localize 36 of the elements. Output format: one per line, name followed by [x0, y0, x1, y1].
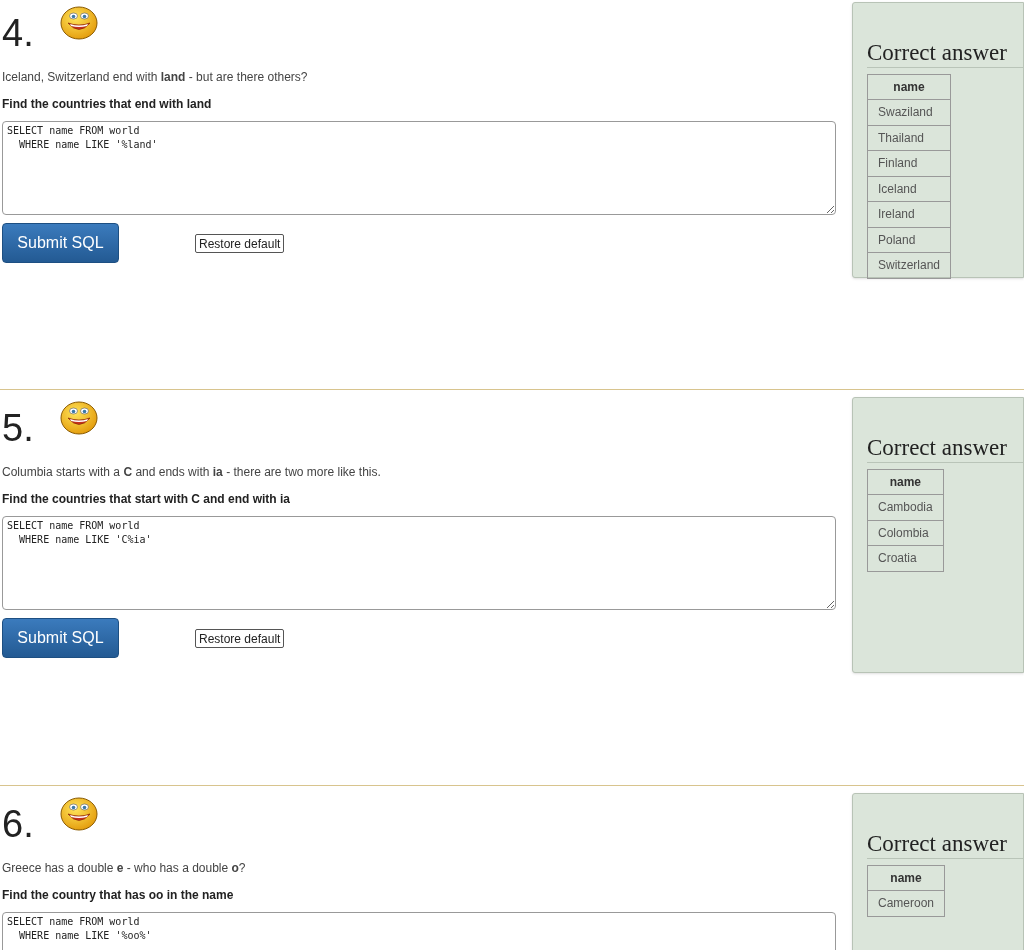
smiley-icon: [59, 797, 98, 831]
question-intro: Greece has a double e - who has a double o?: [2, 860, 247, 877]
submit-button[interactable]: Submit SQL: [2, 618, 119, 658]
table-cell: Ireland: [867, 201, 951, 227]
question-number: 6.: [2, 805, 34, 843]
panel-heading: Correct answer: [867, 832, 1023, 859]
table-cell: Iceland: [867, 176, 951, 202]
sql-editor[interactable]: SELECT name FROM world WHERE name LIKE '%land': [2, 121, 836, 215]
table-cell: Poland: [867, 227, 951, 253]
table-cell: Finland: [867, 150, 951, 176]
submit-button[interactable]: Submit SQL: [2, 223, 119, 263]
task-heading: Find the countries that end with land: [2, 96, 213, 113]
sql-editor[interactable]: SELECT name FROM world WHERE name LIKE '%oo%': [2, 912, 836, 950]
table-cell: Croatia: [867, 545, 944, 571]
table-cell: Swaziland: [867, 99, 951, 125]
table-cell: Switzerland: [867, 252, 951, 278]
restore-default-button[interactable]: Restore default: [195, 628, 285, 648]
restore-default-button[interactable]: Restore default: [195, 233, 285, 253]
table-cell: Cambodia: [867, 494, 944, 520]
smiley-icon: [59, 6, 98, 40]
table-cell: Thailand: [867, 125, 951, 151]
column-header: name: [867, 865, 945, 891]
table-cell: Cameroon: [867, 890, 945, 916]
column-header: name: [867, 74, 951, 100]
question-intro: Iceland, Switzerland end with land - but are there others?: [2, 69, 309, 86]
task-heading: Find the countries that start with C and end with ia: [2, 491, 291, 508]
panel-heading: Correct answer: [867, 436, 1023, 463]
task-heading: Find the country that has oo in the name: [2, 887, 235, 904]
question-number: 4.: [2, 14, 34, 52]
question-number: 5.: [2, 409, 34, 447]
table-cell: Colombia: [867, 520, 944, 546]
question-intro: Columbia starts with a C and ends with ia - there are two more like this.: [2, 464, 382, 481]
column-header: name: [867, 469, 944, 495]
smiley-icon: [59, 401, 98, 435]
panel-heading: Correct answer: [867, 41, 1023, 68]
sql-editor[interactable]: SELECT name FROM world WHERE name LIKE 'C%ia': [2, 516, 836, 610]
